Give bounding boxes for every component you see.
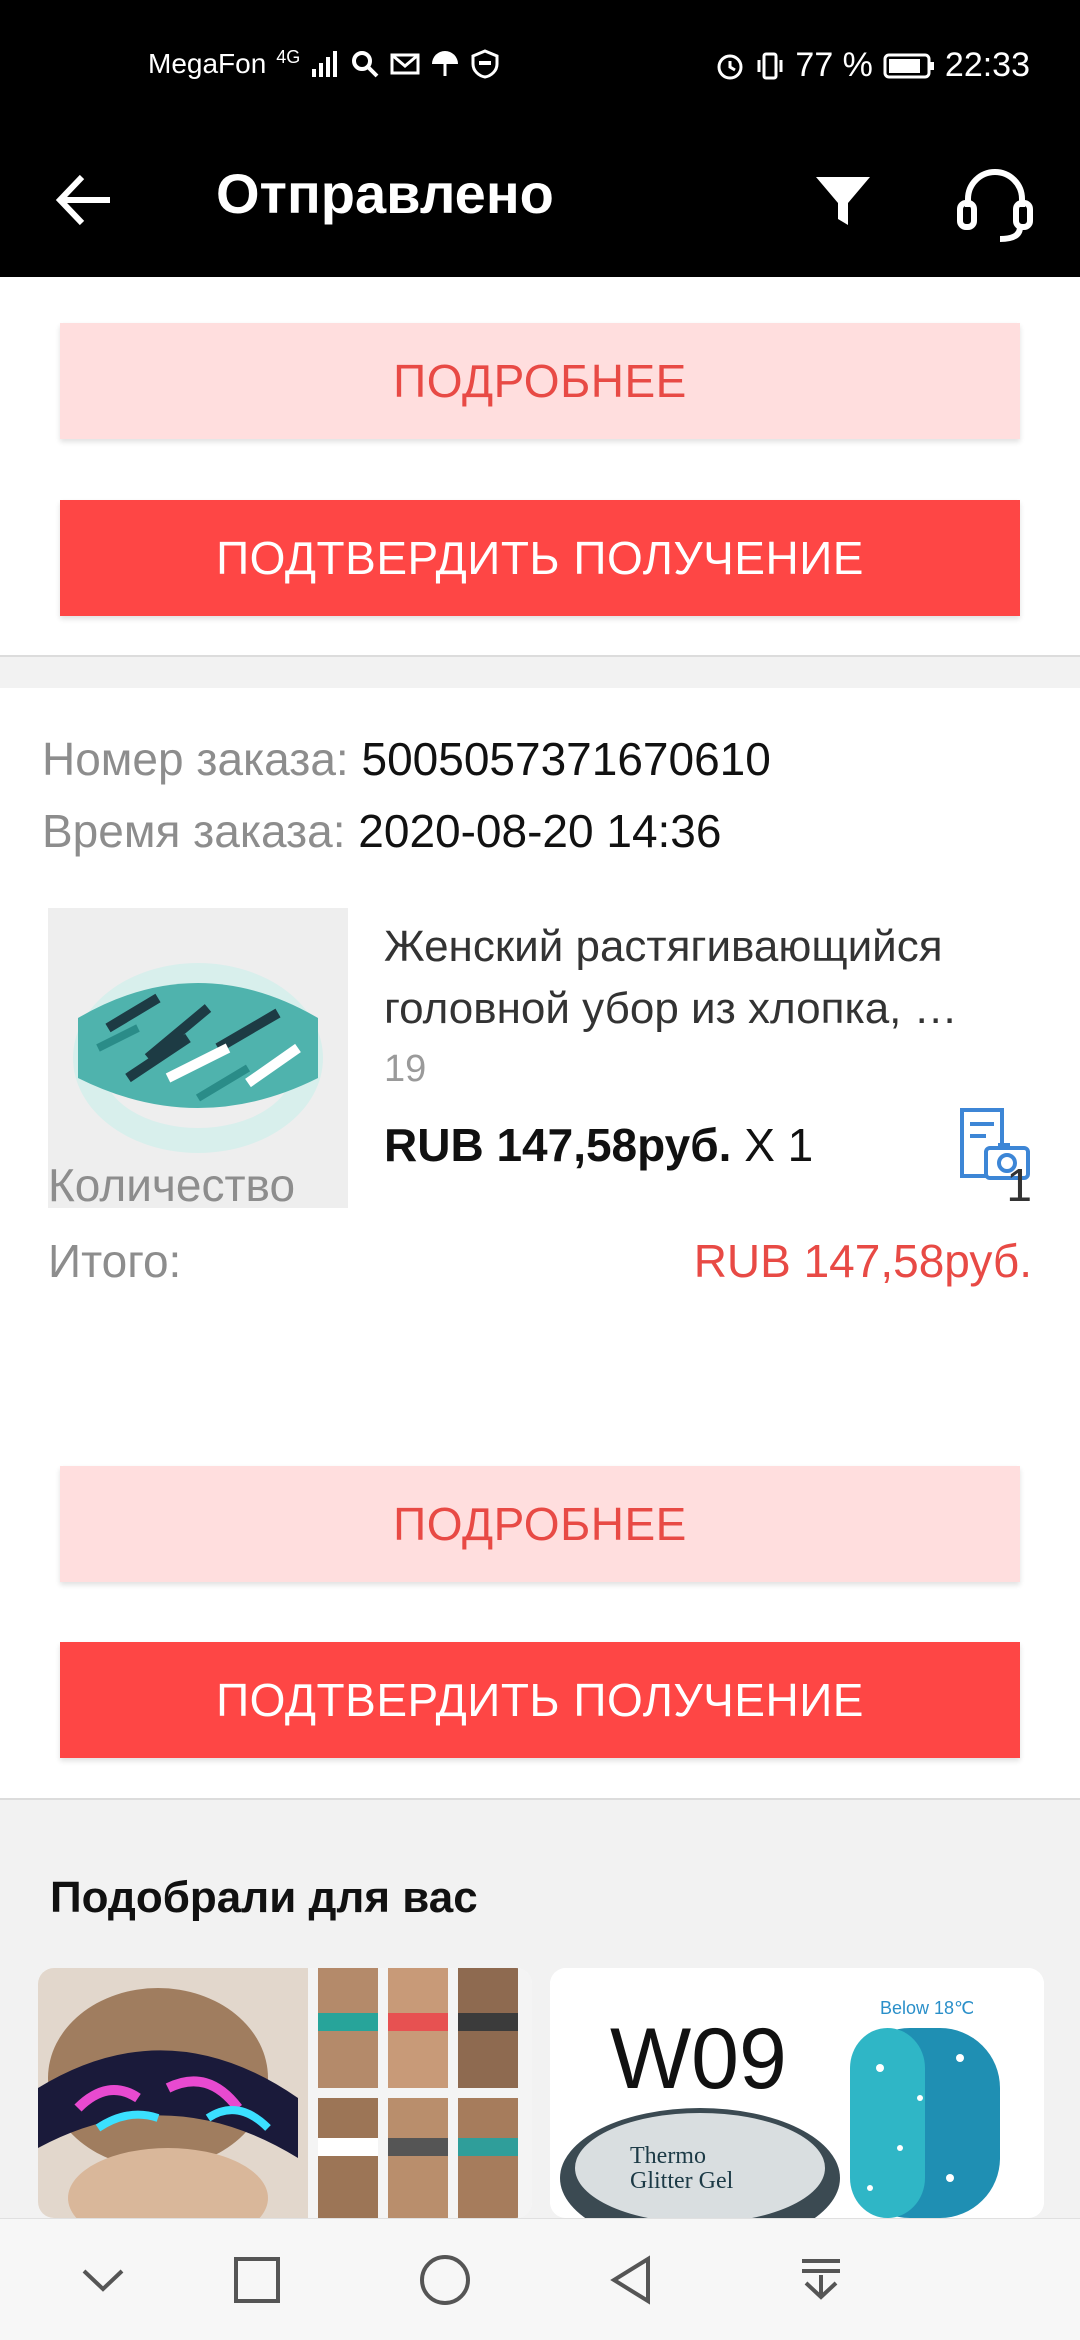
order-number-row: Номер заказа: 5005057371670610 [42, 732, 771, 786]
back-triangle-icon[interactable] [600, 2247, 666, 2313]
order-number-label: Номер заказа: [42, 733, 349, 785]
battery-icon [883, 53, 934, 78]
shield-icon [471, 49, 499, 79]
product-price-row: RUB 147,58руб. X 1 [384, 1118, 813, 1172]
recent-apps-icon[interactable] [224, 2247, 290, 2313]
order-number-value: 5005057371670610 [361, 733, 771, 785]
vibrate-icon [757, 52, 783, 79]
total-label: Итого: [48, 1235, 182, 1287]
battery-percent: 77 % [795, 46, 873, 84]
clock-time: 22:33 [944, 46, 1030, 84]
filter-icon[interactable] [808, 165, 878, 235]
status-right: 77 % 22:33 [715, 46, 1030, 85]
product-price: RUB 147,58руб. [384, 1119, 732, 1171]
search-icon [352, 51, 379, 78]
order-time-value: 2020-08-20 14:36 [358, 805, 722, 857]
alarm-icon [717, 54, 743, 79]
recommendation-card[interactable] [38, 1968, 532, 2218]
mail-icon [390, 53, 420, 75]
nail-gel-photo-icon: W09 Below 18℃ Thermo Glitter Gel [550, 1968, 1044, 2218]
quantity-value: 1 [1006, 1159, 1032, 1211]
quantity-label: Количество [48, 1159, 296, 1211]
signal-icon [312, 51, 338, 77]
product-title[interactable]: Женский растягивающийся головной убор из… [384, 916, 1044, 1040]
top-app-bar: Отправлено [0, 135, 1080, 277]
back-arrow-icon[interactable] [50, 165, 120, 235]
order-card: Номер заказа: 5005057371670610 Время зак… [0, 688, 1080, 1800]
jar-label-text-2: Glitter Gel [630, 2168, 734, 2194]
confirm-receipt-button[interactable]: ПОДТВЕРДИТЬ ПОЛУЧЕНИЕ [60, 1642, 1020, 1758]
network-type: 4G [276, 46, 301, 67]
order-time-label: Время заказа: [42, 805, 346, 857]
headset-icon[interactable] [950, 157, 1040, 247]
umbrella-icon [432, 51, 459, 76]
recommendations-title: Подобрали для вас [50, 1873, 478, 1922]
headband-photo-icon [38, 1968, 532, 2218]
page-title: Отправлено [216, 162, 554, 225]
notification-pulldown-icon[interactable] [788, 2247, 854, 2313]
home-icon[interactable] [412, 2247, 478, 2313]
confirm-receipt-button[interactable]: ПОДТВЕРДИТЬ ПОЛУЧЕНИЕ [60, 500, 1020, 616]
jar-label-text: Thermo [630, 2143, 706, 2169]
status-bar: MegaFon 4G 77 % 22:33 [0, 0, 1080, 135]
details-button[interactable]: ПОДРОБНЕЕ [60, 323, 1020, 439]
status-left: MegaFon 4G [148, 46, 500, 80]
product-code-text: W09 [610, 2011, 787, 2107]
chevron-down-icon[interactable] [70, 2247, 136, 2313]
total-value: RUB 147,58руб. [693, 1235, 1032, 1287]
carrier-name: MegaFon [148, 48, 267, 79]
details-button[interactable]: ПОДРОБНЕЕ [60, 1466, 1020, 1582]
order-time-row: Время заказа: 2020-08-20 14:36 [42, 804, 721, 858]
product-variant: 19 [384, 1048, 427, 1090]
recommendation-card[interactable]: W09 Below 18℃ Thermo Glitter Gel [550, 1968, 1044, 2218]
order-card-previous: ПОДРОБНЕЕ ПОДТВЕРДИТЬ ПОЛУЧЕНИЕ [0, 277, 1080, 657]
product-qty: X 1 [744, 1119, 814, 1171]
temperature-text: Below 18℃ [880, 1998, 974, 2018]
system-navigation-bar [0, 2218, 1080, 2340]
